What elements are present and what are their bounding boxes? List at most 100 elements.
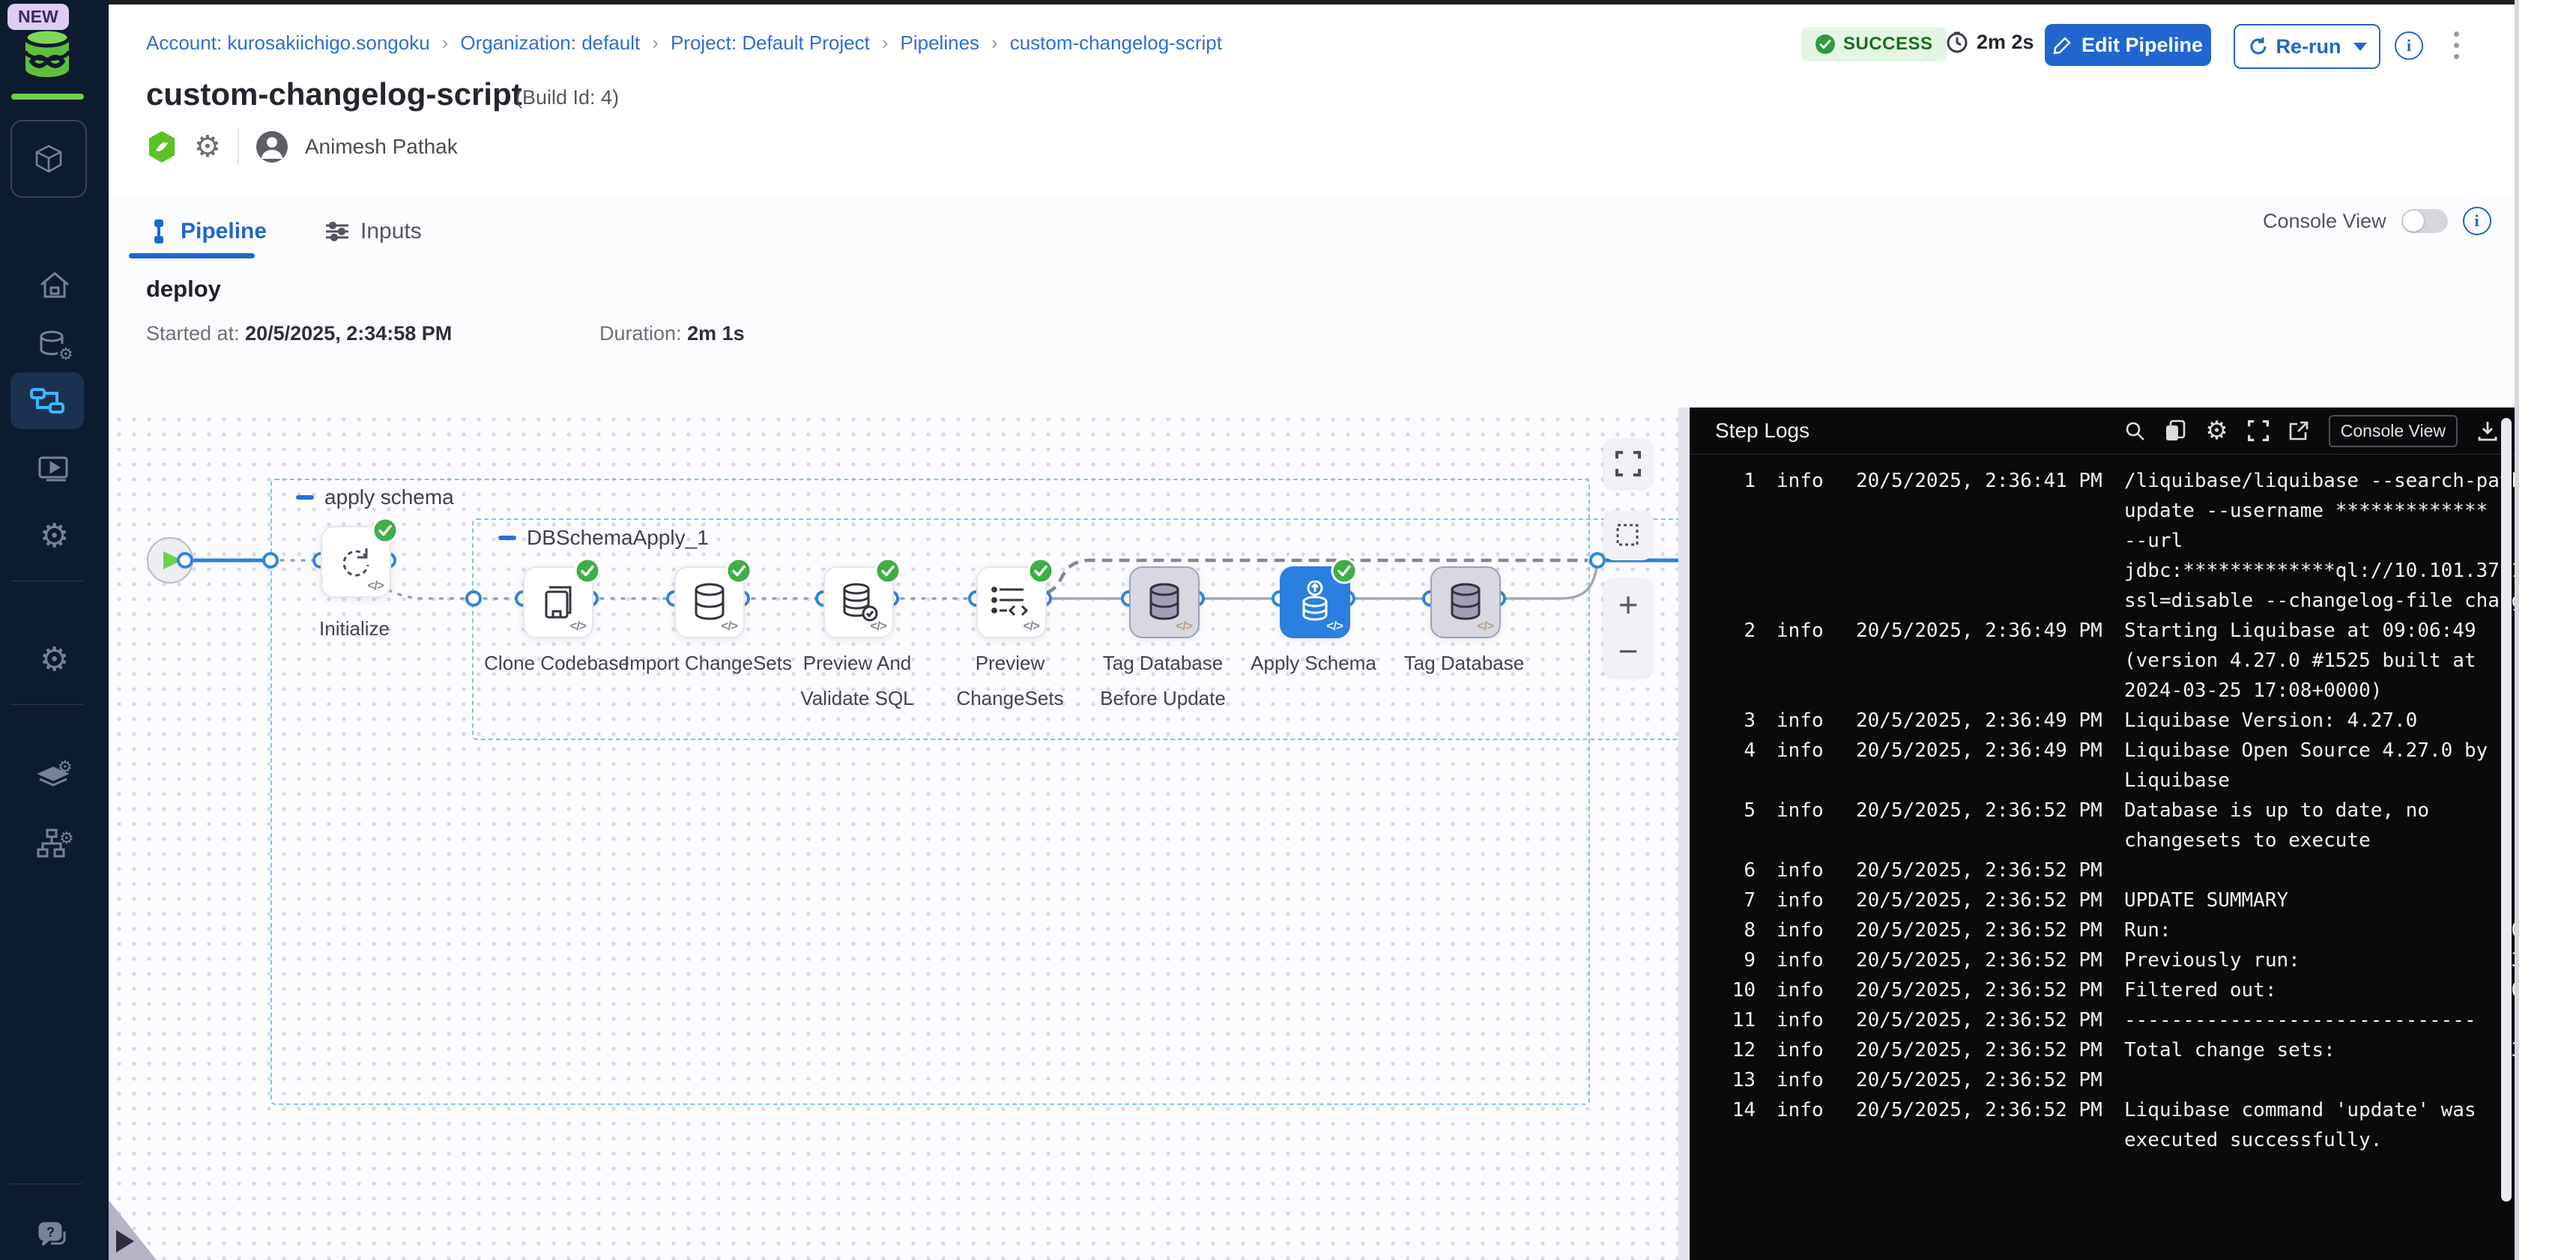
module-indicator-bar — [11, 94, 84, 100]
sidebar-item-gear[interactable]: ⚙ — [0, 509, 109, 563]
log-line-number: 3 — [1708, 706, 1756, 736]
pipeline-settings-gear-icon[interactable]: ⚙ — [194, 132, 221, 162]
log-entry[interactable]: 2info20/5/2025, 2:36:49 PMStarting Liqui… — [1708, 616, 2480, 706]
app-window: NEW ⚙⚙⚙⚙⚙ — [0, 0, 2576, 1260]
step-node-preview-changesets[interactable]: </> — [976, 566, 1047, 638]
stage-duration: Duration: 2m 1s — [599, 322, 745, 345]
log-entry[interactable]: 9info20/5/2025, 2:36:52 PMPreviously run… — [1708, 945, 2480, 975]
marquee-icon — [1615, 523, 1641, 548]
fit-to-screen-button[interactable] — [1603, 439, 1653, 488]
breadcrumb-item[interactable]: Project: Default Project — [671, 31, 870, 55]
tab-inputs[interactable]: Inputs — [324, 207, 422, 256]
log-timestamp: 20/5/2025, 2:36:52 PM — [1856, 945, 2103, 975]
log-line-number: 11 — [1708, 1005, 1756, 1035]
module-selector-button[interactable] — [10, 120, 87, 198]
stage-name: deploy — [146, 276, 221, 303]
edit-pipeline-button[interactable]: Edit Pipeline — [2045, 24, 2211, 66]
zoom-out-button[interactable]: − — [1618, 631, 1639, 671]
breadcrumb-item[interactable]: custom-changelog-script — [1010, 31, 1222, 55]
browser-edge-strip — [109, 0, 2515, 4]
log-entry[interactable]: 11info20/5/2025, 2:36:52 PM-------------… — [1708, 1005, 2480, 1035]
step-logs-panel: Step Logs ⚙ Console View 1inf — [1690, 408, 2515, 1260]
tab-pipeline[interactable]: Pipeline — [148, 207, 267, 256]
breadcrumb-separator: › — [991, 31, 998, 55]
step-node-apply-schema[interactable]: </> — [1280, 566, 1350, 638]
log-line-number: 10 — [1708, 975, 1756, 1005]
harness-dbops-logo-icon[interactable] — [21, 28, 73, 79]
sidebar-item-gear[interactable]: ⚙ — [0, 633, 109, 687]
breadcrumb-separator: › — [882, 31, 889, 55]
sidebar-item-pipelines[interactable] — [10, 372, 84, 429]
search-icon[interactable] — [2124, 420, 2145, 441]
success-check-icon — [372, 517, 399, 544]
log-entry[interactable]: 5info20/5/2025, 2:36:52 PMDatabase is up… — [1708, 796, 2480, 855]
open-in-new-icon[interactable] — [2288, 420, 2309, 441]
sidebar-item-layers-gear[interactable]: ⚙ — [0, 749, 109, 803]
chevron-down-icon — [2353, 43, 2367, 51]
log-timestamp: 20/5/2025, 2:36:52 PM — [1856, 915, 2103, 945]
panel-splitter[interactable] — [1678, 408, 1690, 1260]
help-chat-button[interactable]: ? — [0, 1214, 109, 1260]
log-timestamp: 20/5/2025, 2:36:52 PM — [1856, 1065, 2103, 1095]
log-entry[interactable]: 10info20/5/2025, 2:36:52 PMFiltered out:… — [1708, 975, 2480, 1005]
log-level: info — [1777, 1035, 1835, 1065]
log-line-number: 1 — [1708, 466, 1756, 616]
step-node-initialize[interactable]: </> — [321, 526, 391, 598]
console-view-toggle[interactable] — [2401, 209, 2448, 233]
log-settings-gear-icon[interactable]: ⚙ — [2205, 418, 2228, 443]
success-check-icon — [725, 557, 752, 584]
refresh-icon — [2248, 36, 2269, 57]
log-scrollbar[interactable] — [2501, 418, 2512, 1202]
log-entry[interactable]: 8info20/5/2025, 2:36:52 PMRun: 0 — [1708, 915, 2480, 945]
info-icon[interactable]: i — [2463, 207, 2491, 235]
log-entry[interactable]: 13info20/5/2025, 2:36:52 PM — [1708, 1065, 2480, 1095]
pipeline-workspace: apply schema DBSchemaApply_1 — [109, 408, 2515, 1260]
log-entry[interactable]: 14info20/5/2025, 2:36:52 PMLiquibase com… — [1708, 1095, 2480, 1155]
svg-text:⚙: ⚙ — [59, 829, 73, 848]
breadcrumb-item[interactable]: Organization: default — [460, 31, 640, 55]
success-check-icon — [874, 557, 901, 584]
log-message: Total change sets: 3 — [2124, 1035, 2515, 1065]
expand-fullscreen-icon[interactable] — [2248, 420, 2269, 441]
page-scrollbar[interactable] — [2515, 0, 2519, 1260]
log-message: Previously run: 3 — [2124, 945, 2515, 975]
log-lines[interactable]: 1info20/5/2025, 2:36:41 PM/liquibase/liq… — [1690, 454, 2515, 1260]
active-tab-underline — [129, 253, 255, 258]
step-node-import-changesets[interactable]: </> — [674, 566, 745, 638]
list-code-icon — [991, 584, 1032, 621]
log-entry[interactable]: 6info20/5/2025, 2:36:52 PM — [1708, 855, 2480, 885]
step-node-tag-database-before-update[interactable]: </> — [1129, 566, 1200, 638]
code-icon: </> — [1326, 619, 1343, 634]
console-view-button[interactable]: Console View — [2329, 415, 2458, 447]
log-line-number: 6 — [1708, 855, 1756, 885]
step-node-tag-database[interactable]: </> — [1430, 566, 1501, 638]
divider — [238, 130, 239, 164]
copy-icon[interactable] — [2165, 420, 2186, 442]
sidebar-item-database-gear[interactable]: ⚙ — [0, 318, 109, 372]
sidebar-item-home[interactable] — [0, 258, 109, 312]
rerun-button[interactable]: Re-run — [2234, 24, 2380, 69]
inputs-tab-icon — [324, 219, 350, 243]
download-icon[interactable] — [2477, 420, 2498, 441]
canvas-nav-arrow[interactable] — [116, 1230, 134, 1253]
step-label: Preview ChangeSets — [924, 646, 1096, 716]
log-message: Liquibase command 'update' wasexecuted s… — [2124, 1095, 2480, 1155]
log-entry[interactable]: 3info20/5/2025, 2:36:49 PMLiquibase Vers… — [1708, 706, 2480, 736]
info-icon[interactable]: i — [2395, 31, 2423, 60]
log-entry[interactable]: 1info20/5/2025, 2:36:41 PM/liquibase/liq… — [1708, 466, 2480, 616]
zoom-in-button[interactable]: + — [1618, 584, 1639, 625]
breadcrumb-item[interactable]: Pipelines — [901, 31, 980, 55]
title-meta-row: ⚙ Animesh Pathak — [146, 129, 458, 165]
pipeline-canvas[interactable]: apply schema DBSchemaApply_1 — [109, 408, 1678, 1260]
log-entry[interactable]: 4info20/5/2025, 2:36:49 PMLiquibase Open… — [1708, 736, 2480, 796]
sidebar-item-network-gear[interactable]: ⚙ — [0, 817, 109, 870]
step-node-clone-codebase[interactable]: </> — [523, 566, 593, 638]
more-options-button[interactable] — [2449, 25, 2464, 64]
marquee-select-button[interactable] — [1603, 511, 1653, 560]
step-node-preview-and-validate-sql[interactable]: </> — [823, 566, 894, 638]
breadcrumb-item[interactable]: Account: kurosakiichigo.songoku — [146, 31, 430, 55]
success-check-icon — [1331, 557, 1358, 584]
log-entry[interactable]: 12info20/5/2025, 2:36:52 PMTotal change … — [1708, 1035, 2480, 1065]
sidebar-item-executions[interactable] — [0, 442, 109, 496]
log-entry[interactable]: 7info20/5/2025, 2:36:52 PMUPDATE SUMMARY — [1708, 885, 2480, 915]
